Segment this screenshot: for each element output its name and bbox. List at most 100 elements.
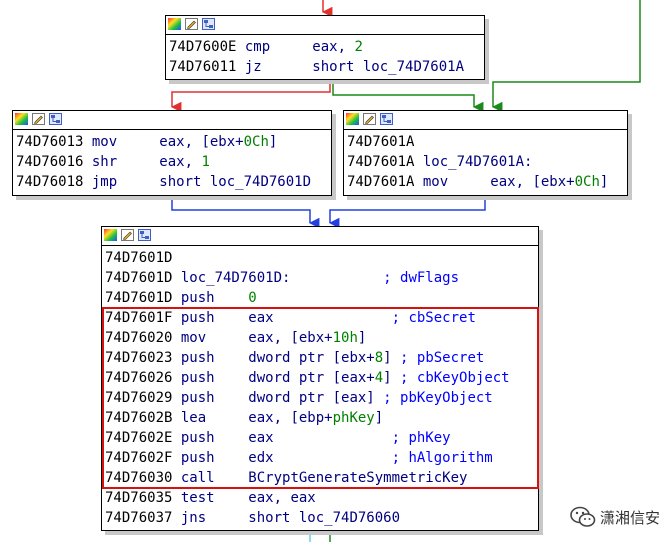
instruction-text: shr	[91, 154, 160, 170]
code-line[interactable]: 74D76029 push dword ptr [eax] ; pbKeyObj…	[105, 388, 538, 408]
address-text: 74D7601D	[105, 290, 181, 306]
graph-view-icon[interactable]	[380, 113, 395, 127]
block-toolbar	[344, 111, 627, 130]
edit-node-icon[interactable]	[185, 18, 200, 32]
edit-node-icon[interactable]	[32, 113, 47, 127]
graph-view-icon[interactable]	[138, 229, 153, 243]
comment-text: ; pbSecret	[400, 350, 485, 366]
instruction-text: 8	[374, 350, 384, 366]
address-text: 74D76013	[16, 134, 92, 150]
instruction-text: eax, [ebx+	[159, 134, 244, 150]
code-line[interactable]: 74D76037 jns short loc_74D76060	[105, 508, 538, 528]
code-line[interactable]: 74D7602E push eax ; phKey	[105, 428, 538, 448]
address-text: 74D76011	[169, 59, 245, 75]
address-text: 74D7602B	[105, 410, 181, 426]
code-line[interactable]: 74D76018 jmp short loc_74D7601D	[16, 172, 331, 192]
code-line[interactable]: 74D76026 push dword ptr [eax+4] ; cbKeyO…	[105, 368, 538, 388]
instruction-text: 10h	[332, 330, 358, 346]
code-line[interactable]: 74D7601A	[347, 132, 627, 152]
instruction-text: ]	[374, 410, 384, 426]
code-line[interactable]: 74D76023 push dword ptr [ebx+8] ; pbSecr…	[105, 348, 538, 368]
color-palette-icon[interactable]	[168, 18, 183, 32]
instruction-text: loc_74D7601D:	[180, 270, 384, 286]
comment-text: ; phKey	[391, 430, 451, 446]
graph-view-icon[interactable]	[49, 113, 64, 127]
code-line[interactable]: 74D76016 shr eax, 1	[16, 152, 331, 172]
instruction-text: push	[180, 370, 249, 386]
instruction-text: dword ptr [eax]	[248, 390, 384, 406]
instruction-text: mov	[91, 134, 160, 150]
code-line[interactable]: 74D7601D	[105, 248, 538, 268]
wechat-icon	[570, 506, 596, 527]
edit-node-icon[interactable]	[121, 229, 136, 243]
code-line[interactable]: 74D76020 mov eax, [ebx+10h]	[105, 328, 538, 348]
address-text: 74D76037	[105, 510, 181, 526]
address-text: 74D76026	[105, 370, 181, 386]
color-palette-icon[interactable]	[346, 113, 361, 127]
instruction-text: jmp	[91, 174, 160, 190]
instruction-text: 1	[201, 154, 210, 170]
address-text: 74D7601D	[105, 270, 181, 286]
comment-text: ; hAlgorithm	[391, 450, 493, 466]
code-block-top[interactable]: 74D7600E cmp eax, 2 74D76011 jz short loc…	[165, 15, 485, 80]
edge-true-branch	[332, 80, 484, 113]
block-body: 74D7600E cmp eax, 2 74D76011 jz short loc…	[166, 35, 484, 77]
address-text: 74D76018	[16, 174, 92, 190]
instruction-text: BCryptGenerateSymmetricKey	[248, 470, 468, 486]
code-line[interactable]: 74D7600E cmp eax, 2	[169, 37, 484, 57]
instruction-text: push	[180, 430, 249, 446]
code-line[interactable]: 74D7601D loc_74D7601D: ; dwFlags	[105, 268, 538, 288]
instruction-text: loc_74D7601A:	[422, 154, 533, 170]
code-line[interactable]: 74D7601D push 0	[105, 288, 538, 308]
instruction-text: eax, [ebx+	[248, 330, 333, 346]
color-palette-icon[interactable]	[15, 113, 30, 127]
code-line[interactable]: 74D76011 jz short loc_74D7601A	[169, 57, 484, 77]
instruction-text: jz	[244, 59, 313, 75]
code-block-right[interactable]: 74D7601A 74D7601A loc_74D7601A: 74D7601A m…	[343, 110, 628, 196]
code-line[interactable]: 74D7601F push eax ; cbSecret	[105, 308, 538, 328]
instruction-text: cmp	[244, 39, 313, 55]
instruction-text: push	[180, 290, 249, 306]
instruction-text: push	[180, 350, 249, 366]
address-text: 74D7601D	[105, 250, 173, 266]
address-text: 74D7602F	[105, 450, 181, 466]
instruction-text: eax	[248, 310, 392, 326]
instruction-text: lea	[180, 410, 249, 426]
block-toolbar	[102, 227, 538, 246]
code-line[interactable]: 74D7602B lea eax, [ebp+phKey]	[105, 408, 538, 428]
graph-view-icon[interactable]	[202, 18, 217, 32]
instruction-text: short loc_74D76060	[248, 510, 401, 526]
edit-node-icon[interactable]	[363, 113, 378, 127]
address-text: 74D76016	[16, 154, 92, 170]
block-toolbar	[166, 16, 484, 35]
address-text: 74D76020	[105, 330, 181, 346]
code-line[interactable]: 74D76013 mov eax, [ebx+0Ch]	[16, 132, 331, 152]
instruction-text: mov	[422, 174, 491, 190]
code-line[interactable]: 74D7601A loc_74D7601A:	[347, 152, 627, 172]
instruction-text: 0	[248, 290, 257, 306]
instruction-text: eax, eax	[248, 490, 316, 506]
code-line[interactable]: 74D76035 test eax, eax	[105, 488, 538, 508]
code-block-left[interactable]: 74D76013 mov eax, [ebx+0Ch] 74D76016 shr …	[12, 110, 332, 196]
instruction-text: dword ptr [eax+	[248, 370, 375, 386]
instruction-text: ]	[383, 370, 401, 386]
code-line[interactable]: 74D7601A mov eax, [ebx+0Ch]	[347, 172, 627, 192]
block-body: 74D7601D 74D7601D loc_74D7601D: ; dwFlags…	[102, 246, 538, 528]
comment-text: ; pbKeyObject	[383, 390, 493, 406]
comment-text: ; cbKeyObject	[400, 370, 510, 386]
edge-left-to-bottom	[171, 196, 320, 229]
instruction-text: eax, [ebp+	[248, 410, 333, 426]
code-block-bottom[interactable]: 74D7601D 74D7601D loc_74D7601D: ; dwFlags…	[101, 226, 539, 531]
address-text: 74D7601A	[347, 154, 423, 170]
instruction-text: push	[180, 310, 249, 326]
instruction-text: push	[180, 450, 249, 466]
code-line[interactable]: 74D7602F push edx ; hAlgorithm	[105, 448, 538, 468]
block-toolbar	[13, 111, 331, 130]
address-text: 74D7601A	[347, 134, 415, 150]
code-line[interactable]: 74D76030 call BCryptGenerateSymmetricKey	[105, 468, 538, 488]
address-text: 74D7601F	[105, 310, 181, 326]
block-body: 74D7601A 74D7601A loc_74D7601A: 74D7601A m…	[344, 130, 627, 192]
instruction-text: ]	[268, 134, 278, 150]
instruction-text: eax	[248, 430, 392, 446]
color-palette-icon[interactable]	[104, 229, 119, 243]
